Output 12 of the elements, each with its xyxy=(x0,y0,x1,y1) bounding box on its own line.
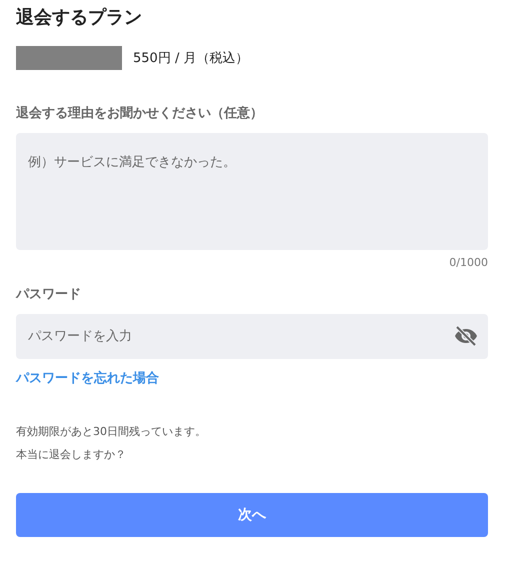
reason-field[interactable]: 例）サービスに満足できなかった。 xyxy=(16,133,488,250)
forgot-password-link[interactable]: パスワードを忘れた場合 xyxy=(16,369,159,387)
password-field[interactable]: パスワードを入力 xyxy=(16,314,488,359)
eye-slash-icon[interactable] xyxy=(454,324,478,348)
field-label: パスワード xyxy=(16,286,82,303)
plan-price: 550円 / 月（税込） xyxy=(133,50,248,67)
notice-text: 本当に退会しますか？ xyxy=(16,447,127,463)
next-button[interactable]: 次へ xyxy=(16,493,488,537)
notice-text: 有効期限があと30日間残っています。 xyxy=(16,424,207,440)
page-title: 退会するプラン xyxy=(16,6,143,30)
field-label: 退会する理由をお聞かせください（任意） xyxy=(16,104,264,122)
character-counter: 0/1000 xyxy=(449,256,488,269)
